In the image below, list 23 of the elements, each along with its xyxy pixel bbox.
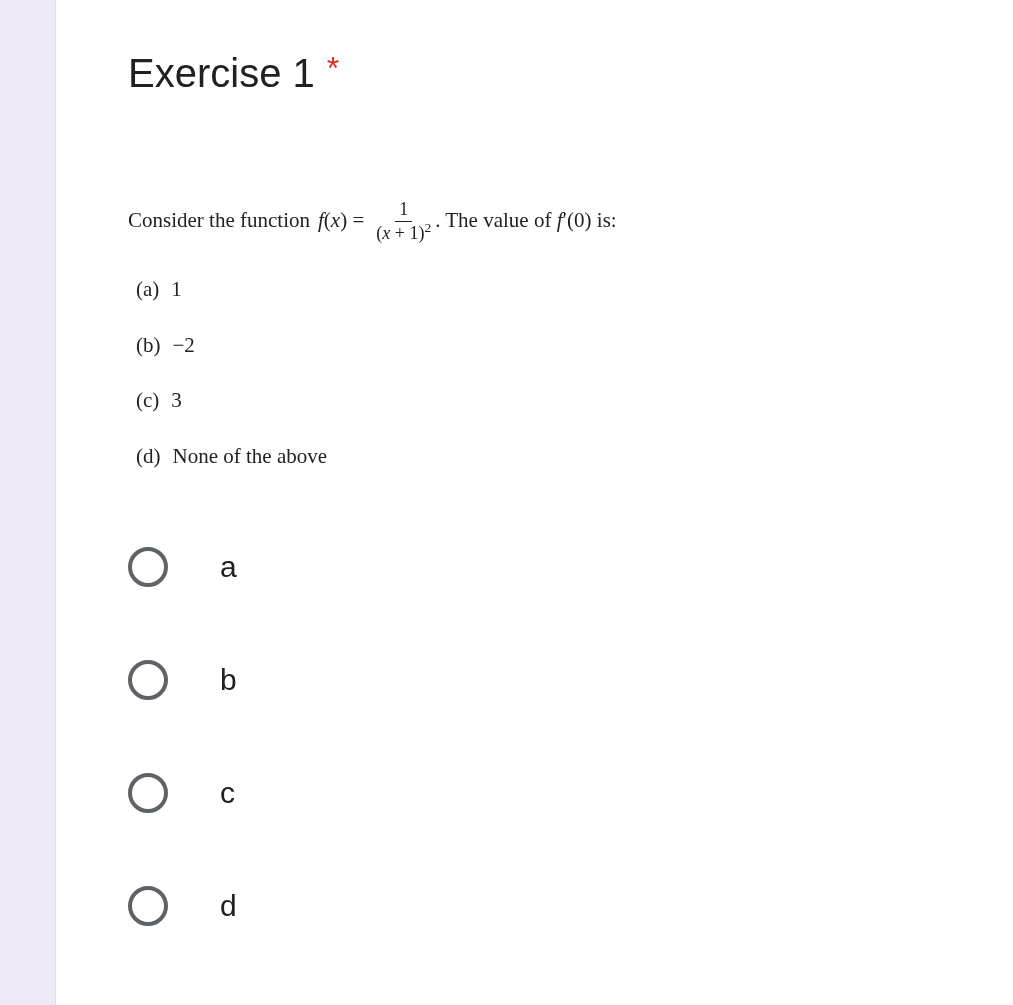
choice-label: (d) [136,442,161,470]
option-label: c [220,775,235,811]
option-label: a [220,549,237,585]
choice-label: (b) [136,331,161,359]
choice-label: (c) [136,387,160,414]
choice-text: −2 [172,331,195,359]
required-mark: * [326,52,340,84]
option-label: d [220,888,237,924]
question-title: Exercise 1 [128,50,315,97]
radio-button[interactable] [128,546,168,587]
fraction-denominator: (x + 1)$^{2}$ [375,221,433,244]
formula-lhs: f(x) = [317,207,365,235]
choice-label: (a) [136,276,160,303]
choice-text: 1 [171,276,182,303]
radio-button[interactable] [128,885,168,926]
radio-button[interactable] [128,772,168,813]
choice-text: None of the above [172,442,328,470]
choice-text: 3 [171,387,182,414]
radio-button[interactable] [128,659,168,700]
option-label: b [220,662,237,698]
question-text: Consider the function [128,207,310,235]
fraction-numerator: 1 [395,198,413,222]
question-text: . The value of f′(0) is: [435,207,617,235]
